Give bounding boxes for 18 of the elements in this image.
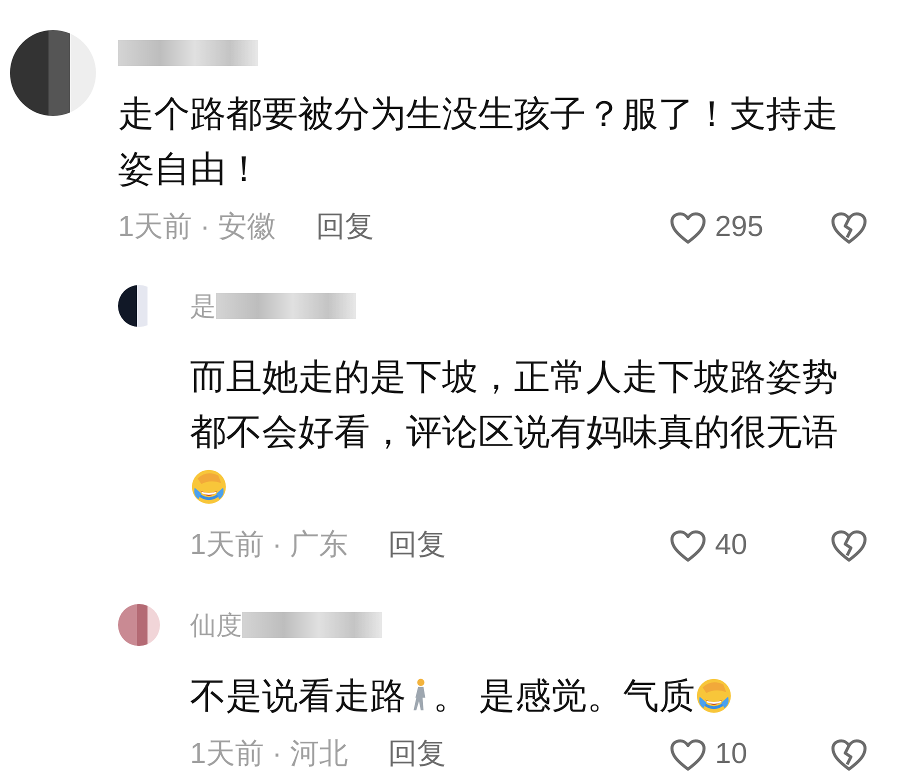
broken-heart-icon[interactable]: [830, 211, 868, 245]
comment-text: 不是说看走路 。 是感觉。气质: [190, 668, 865, 723]
comment-time-location: 1天前 · 安徽: [118, 210, 276, 246]
reply-button[interactable]: 回复: [316, 206, 374, 250]
like-count: 10: [715, 737, 748, 772]
heart-icon[interactable]: [669, 211, 707, 245]
comment-time-location: 1天前 · 广东: [190, 528, 348, 564]
reply-button[interactable]: 回复: [388, 524, 446, 568]
broken-heart-icon[interactable]: [830, 529, 868, 563]
reply-button[interactable]: 回复: [388, 733, 446, 777]
like-count: 295: [715, 210, 764, 246]
comment-time-location: 1天前 · 河北: [190, 737, 348, 772]
comment-text: 而且她走的是下坡，正常人走下坡路姿势都不会好看，评论区说有妈味真的很无语: [190, 349, 865, 514]
comment-text: 走个路都要被分为生没生孩子？服了！支持走姿自由！: [118, 92, 839, 191]
like-count: 40: [715, 528, 748, 564]
heart-icon[interactable]: [669, 529, 707, 563]
broken-heart-icon[interactable]: [830, 738, 868, 772]
heart-icon[interactable]: [669, 738, 707, 772]
